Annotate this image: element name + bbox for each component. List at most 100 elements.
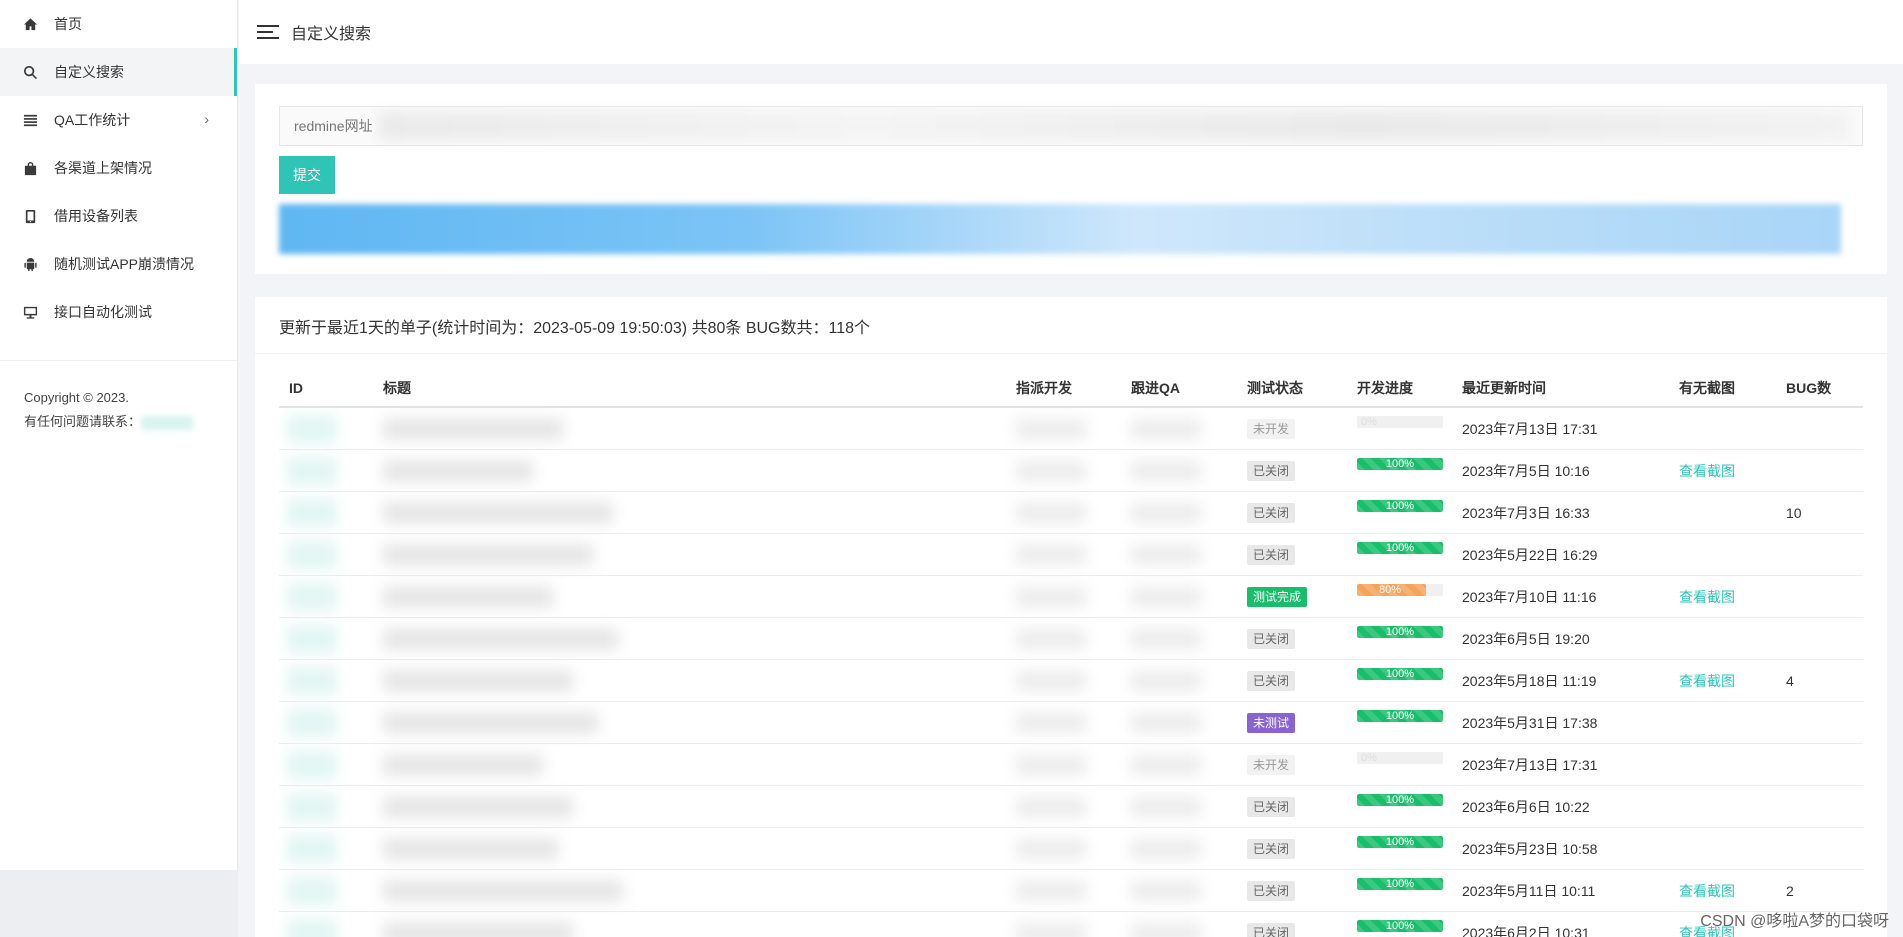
sidebar-item-devices[interactable]: 借用设备列表: [0, 192, 237, 240]
qa-redacted: [1131, 797, 1201, 817]
result-bar: [279, 204, 1841, 254]
table-row: 未测试 100% 2023年5月31日 17:38: [279, 702, 1863, 744]
sidebar-item-api-test[interactable]: 接口自动化测试: [0, 288, 237, 336]
qa-redacted: [1131, 629, 1201, 649]
view-screenshot-link[interactable]: 查看截图: [1679, 461, 1735, 481]
view-screenshot-link[interactable]: 查看截图: [1679, 881, 1735, 901]
cell-title[interactable]: [383, 744, 543, 786]
dev-redacted: [1016, 797, 1086, 817]
id-redacted: [287, 877, 337, 905]
progress-label: 80%: [1378, 584, 1402, 596]
cell-title[interactable]: [383, 534, 593, 576]
cell-screenshot[interactable]: 查看截图: [1679, 576, 1735, 618]
cell-id[interactable]: [287, 576, 337, 618]
submit-button[interactable]: 提交: [279, 156, 335, 194]
view-screenshot-link[interactable]: 查看截图: [1679, 671, 1735, 691]
cell-id[interactable]: [287, 492, 337, 534]
cell-id[interactable]: [287, 408, 337, 450]
cell-id[interactable]: [287, 702, 337, 744]
col-header-status: 测试状态: [1247, 380, 1303, 396]
dev-redacted: [1016, 419, 1086, 439]
cell-title[interactable]: [383, 408, 563, 450]
cell-qa: [1131, 828, 1201, 870]
cell-id[interactable]: [287, 786, 337, 828]
dev-redacted: [1016, 503, 1086, 523]
cell-dev: [1016, 660, 1086, 702]
sidebar-item-crash[interactable]: 随机测试APP崩溃情况: [0, 240, 237, 288]
dev-redacted: [1016, 545, 1086, 565]
cell-progress: 100%: [1357, 450, 1443, 492]
qa-redacted: [1131, 671, 1201, 691]
status-badge: 已关闭: [1247, 503, 1296, 523]
sidebar-item-custom-search[interactable]: 自定义搜索: [0, 48, 237, 96]
cell-dev: [1016, 576, 1086, 618]
dev-redacted: [1016, 881, 1086, 901]
dev-redacted: [1016, 671, 1086, 691]
sidebar-item-label: 各渠道上架情况: [54, 160, 152, 176]
cell-id[interactable]: [287, 870, 337, 912]
cell-title[interactable]: [383, 786, 573, 828]
cell-title[interactable]: [383, 660, 573, 702]
cell-id[interactable]: [287, 534, 337, 576]
view-screenshot-link[interactable]: 查看截图: [1679, 587, 1735, 607]
id-redacted: [287, 835, 337, 863]
id-redacted: [287, 415, 337, 443]
cell-title[interactable]: [383, 492, 613, 534]
title-redacted: [383, 796, 573, 818]
qa-redacted: [1131, 755, 1201, 775]
cell-progress: 100%: [1357, 786, 1443, 828]
cell-title[interactable]: [383, 702, 598, 744]
cell-title[interactable]: [383, 870, 623, 912]
cell-updated: 2023年6月6日 10:22: [1462, 799, 1590, 815]
qa-redacted: [1131, 545, 1201, 565]
status-badge: 已关闭: [1247, 671, 1296, 691]
cell-screenshot[interactable]: 查看截图: [1679, 660, 1735, 702]
cell-id[interactable]: [287, 450, 337, 492]
progress-bar: 0%: [1357, 752, 1443, 764]
cell-progress: 0%: [1357, 408, 1443, 450]
progress-bar: 100%: [1357, 920, 1443, 932]
cell-id[interactable]: [287, 618, 337, 660]
cell-dev: [1016, 702, 1086, 744]
cell-title[interactable]: [383, 450, 533, 492]
dev-redacted: [1016, 461, 1086, 481]
qa-redacted: [1131, 419, 1201, 439]
cell-dev: [1016, 534, 1086, 576]
menu-toggle-icon[interactable]: [257, 24, 279, 40]
cell-id[interactable]: [287, 744, 337, 786]
cell-qa: [1131, 408, 1201, 450]
cell-id[interactable]: [287, 828, 337, 870]
cell-screenshot[interactable]: 查看截图: [1679, 870, 1735, 912]
sidebar-item-label: 借用设备列表: [54, 208, 138, 224]
search-icon: [22, 64, 38, 80]
cell-id[interactable]: [287, 912, 337, 937]
cell-title[interactable]: [383, 828, 558, 870]
id-redacted: [287, 751, 337, 779]
sidebar-item-label: 随机测试APP崩溃情况: [54, 256, 195, 272]
sidebar-item-home[interactable]: 首页: [0, 0, 237, 48]
sidebar-divider: [0, 360, 237, 361]
cell-qa: [1131, 660, 1201, 702]
cell-title[interactable]: [383, 618, 618, 660]
progress-label: 100%: [1385, 500, 1415, 512]
sidebar-item-qa-stats[interactable]: QA工作统计 ›: [0, 96, 237, 144]
title-redacted: [383, 754, 543, 776]
cell-status: 未开发: [1247, 408, 1296, 450]
cell-dev: [1016, 492, 1086, 534]
status-badge: 测试完成: [1247, 587, 1308, 607]
cell-id[interactable]: [287, 660, 337, 702]
progress-bar: 100%: [1357, 542, 1443, 554]
cell-title[interactable]: [383, 576, 553, 618]
progress-label: 100%: [1385, 920, 1415, 932]
title-redacted: [383, 880, 623, 902]
results-card: 更新于最近1天的单子(统计时间为：2023-05-09 19:50:03) 共8…: [255, 297, 1887, 937]
cell-title[interactable]: [383, 912, 573, 937]
col-header-id: ID: [289, 380, 303, 396]
table-row: 已关闭 100% 2023年5月11日 10:11 查看截图 2: [279, 870, 1863, 912]
redmine-url-input[interactable]: [279, 106, 1863, 146]
cell-screenshot[interactable]: 查看截图: [1679, 450, 1735, 492]
table-row: 已关闭 100% 2023年5月23日 10:58: [279, 828, 1863, 870]
sidebar-item-channels[interactable]: 各渠道上架情况: [0, 144, 237, 192]
id-redacted: [287, 709, 337, 737]
status-badge: 已关闭: [1247, 839, 1296, 859]
